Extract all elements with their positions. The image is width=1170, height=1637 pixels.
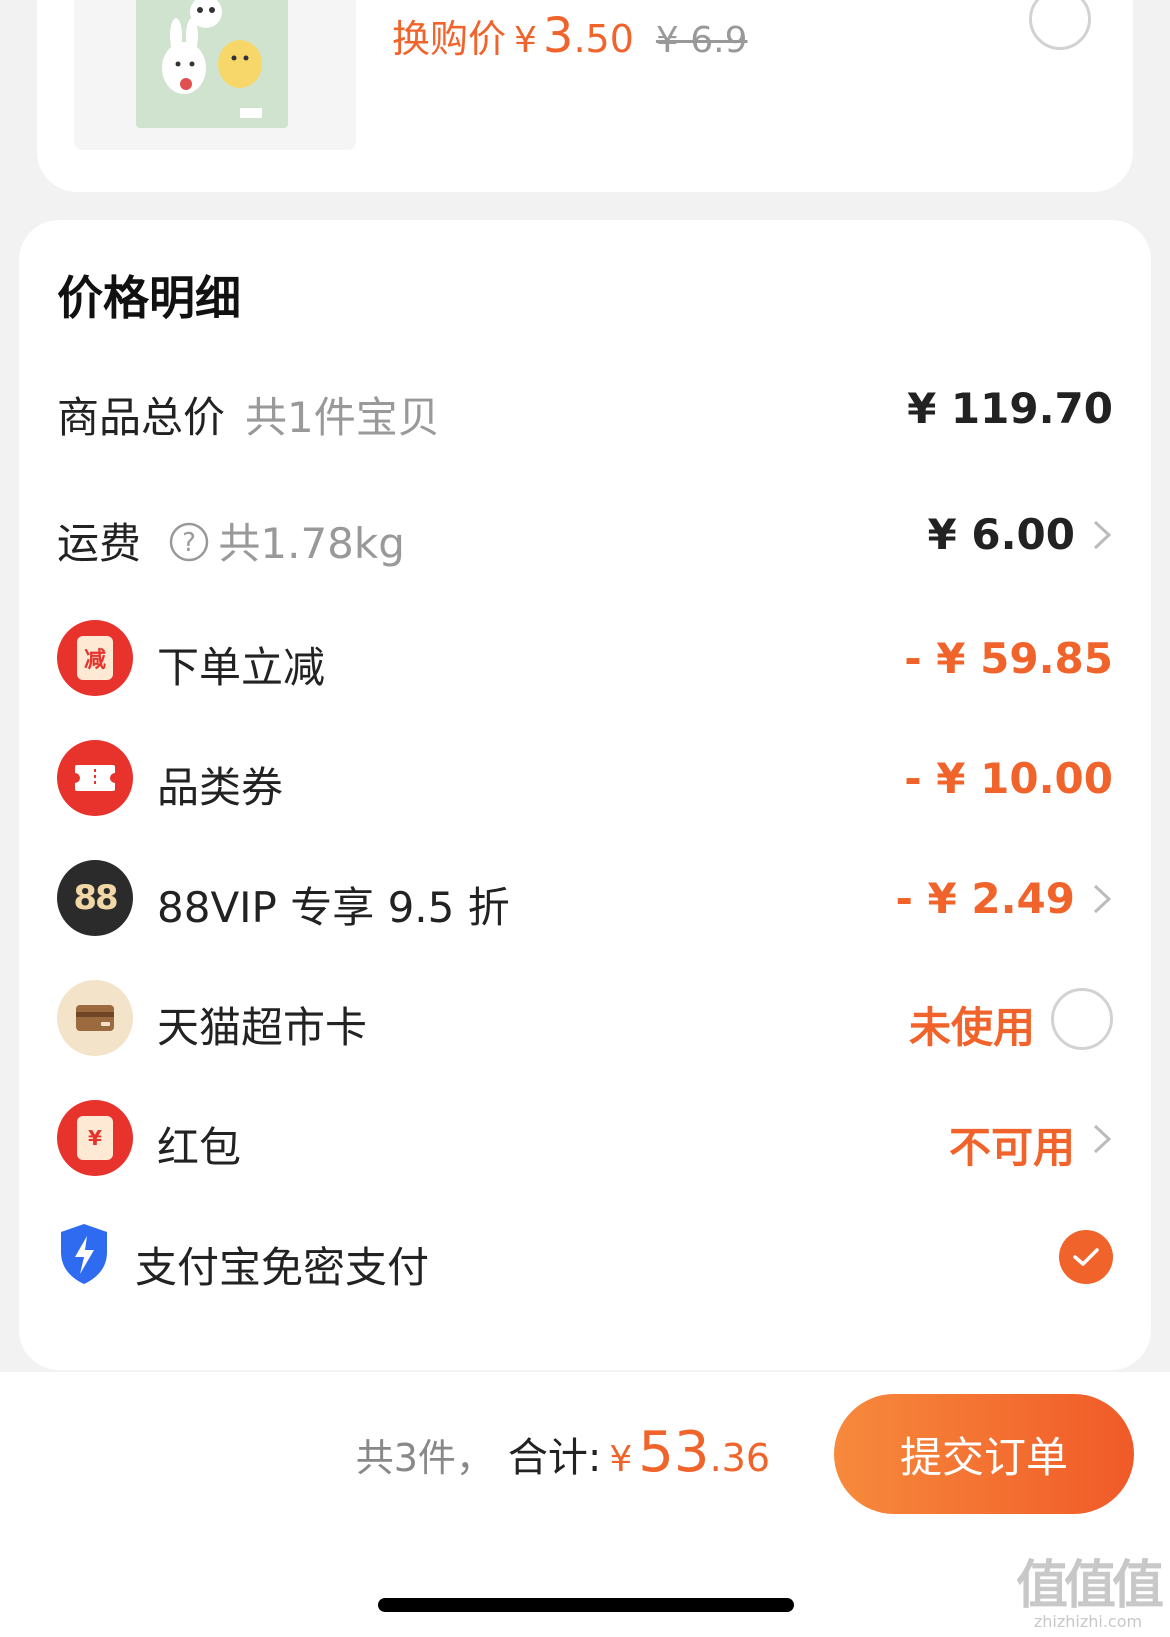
red-packet-status: 不可用	[948, 1123, 1075, 1172]
category-coupon-label: 品类券	[157, 763, 284, 812]
supermarket-card-row[interactable]: 天猫超市卡 未使用	[19, 970, 1151, 1070]
shipping-row[interactable]: 运费 ? 共1.78kg ¥ 6.00	[19, 486, 1151, 586]
supermarket-card-label: 天猫超市卡	[157, 1003, 368, 1052]
total-currency: ¥	[609, 1439, 633, 1480]
swap-price-label: 换购价	[392, 17, 507, 61]
alipay-shield-icon	[61, 1224, 107, 1284]
discount-icon: 减	[57, 620, 133, 696]
chevron-right-icon	[1093, 1124, 1112, 1154]
shipping-value: ¥ 6.00	[927, 510, 1075, 559]
alipay-payment-checkbox[interactable]	[1059, 1230, 1113, 1284]
product-image[interactable]	[74, 0, 356, 150]
swap-price-decimal: .50	[573, 17, 634, 61]
checkout-bar: 共3件， 合计: ¥ 53 .36 提交订单 值值值 zhizhizhi.com	[0, 1372, 1170, 1637]
vip-88-icon: 88	[57, 860, 133, 936]
supermarket-card-icon	[57, 980, 133, 1056]
red-packet-icon: ¥	[57, 1100, 133, 1176]
home-indicator[interactable]	[378, 1598, 794, 1612]
goods-total-count: 共1件宝贝	[245, 393, 440, 442]
product-card: 换购价 ¥ 3 .50 ¥ 6.9	[37, 0, 1133, 192]
red-packet-row[interactable]: ¥ 红包 不可用	[19, 1090, 1151, 1190]
swap-price-integer: 3	[542, 8, 574, 64]
shipping-label: 运费	[57, 519, 142, 568]
goods-total-value: ¥ 119.70	[907, 384, 1113, 433]
goods-total-label: 商品总价	[57, 393, 226, 442]
swap-price: 换购价 ¥ 3 .50 ¥ 6.9	[392, 8, 748, 64]
order-discount-row: 减 下单立减 - ¥ 59.85	[19, 610, 1151, 710]
order-discount-value: - ¥ 59.85	[904, 634, 1113, 683]
watermark-logo: 值值值	[1015, 1556, 1164, 1616]
order-summary: 共3件， 合计: ¥ 53 .36	[356, 1420, 770, 1485]
price-detail-title: 价格明细	[57, 271, 241, 325]
red-packet-label: 红包	[157, 1123, 242, 1172]
submit-order-button[interactable]: 提交订单	[834, 1394, 1134, 1514]
total-decimal: .36	[709, 1436, 770, 1480]
coupon-icon	[57, 740, 133, 816]
total-label: 合计:	[507, 1435, 602, 1481]
alipay-payment-row[interactable]: 支付宝免密支付	[19, 1210, 1151, 1310]
vip-discount-label: 88VIP 专享 9.5 折	[157, 883, 510, 932]
product-select-radio[interactable]	[1029, 0, 1091, 50]
supermarket-card-status: 未使用	[908, 1003, 1035, 1052]
vip-discount-row[interactable]: 88 88VIP 专享 9.5 折 - ¥ 2.49	[19, 850, 1151, 950]
total-integer: 53	[638, 1420, 710, 1485]
watermark-url: zhizhizhi.com	[1033, 1612, 1143, 1631]
category-coupon-row: 品类券 - ¥ 10.00	[19, 730, 1151, 830]
vip-discount-value: - ¥ 2.49	[895, 874, 1075, 923]
order-discount-label: 下单立减	[157, 643, 326, 692]
check-icon	[1073, 1248, 1099, 1266]
original-price: ¥ 6.9	[655, 20, 748, 61]
help-icon[interactable]: ?	[168, 521, 210, 573]
price-detail-card: 价格明细 商品总价 共1件宝贝 ¥ 119.70 运费 ? 共1.78kg ¥ 6…	[19, 220, 1151, 1370]
swap-price-currency: ¥	[514, 20, 537, 61]
category-coupon-value: - ¥ 10.00	[904, 754, 1113, 803]
item-count: 共3件，	[355, 1436, 494, 1480]
svg-text:?: ?	[182, 528, 196, 558]
watermark: 值值值 zhizhizhi.com	[1015, 1556, 1164, 1631]
supermarket-card-radio[interactable]	[1051, 988, 1113, 1050]
product-package	[136, 0, 288, 128]
chevron-right-icon	[1093, 884, 1112, 914]
goods-total-row: 商品总价 共1件宝贝 ¥ 119.70	[19, 360, 1151, 460]
shipping-weight: 共1.78kg	[218, 519, 405, 568]
alipay-payment-label: 支付宝免密支付	[135, 1243, 430, 1292]
chevron-right-icon	[1093, 520, 1112, 550]
